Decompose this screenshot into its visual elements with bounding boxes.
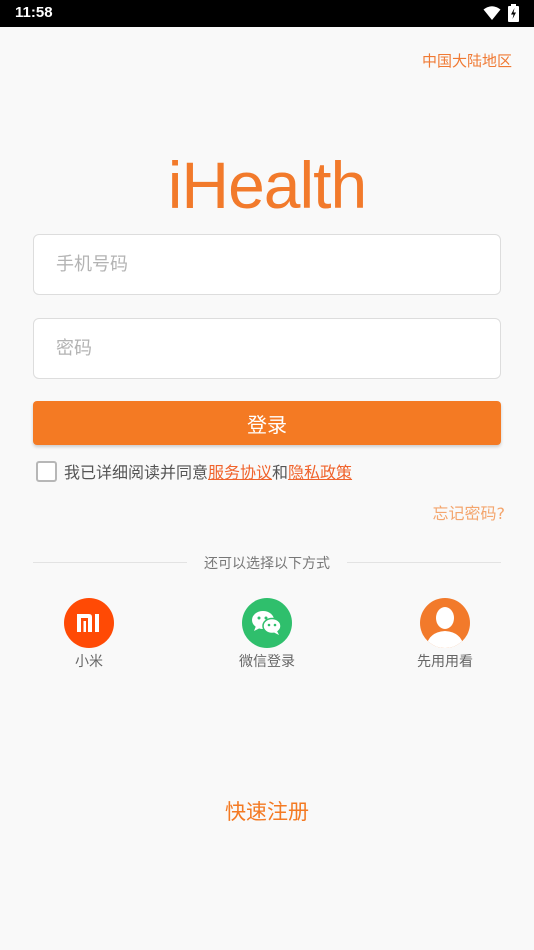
status-time: 11:58 <box>15 4 53 21</box>
status-bar: 11:58 <box>0 0 534 27</box>
service-agreement-link[interactable]: 服务协议 <box>208 459 272 483</box>
guest-login-option[interactable]: 先用用看 <box>395 598 495 671</box>
privacy-policy-link[interactable]: 隐私政策 <box>288 459 352 483</box>
xiaomi-label: 小米 <box>75 654 103 670</box>
agreement-checkbox[interactable] <box>36 460 57 482</box>
battery-charging-icon <box>508 4 519 22</box>
agreement-connector: 和 <box>272 463 289 482</box>
guest-label: 先用用看 <box>417 654 473 670</box>
wifi-icon <box>483 6 501 20</box>
wechat-icon[interactable] <box>242 598 292 648</box>
divider-text: 还可以选择以下方式 <box>204 556 330 572</box>
wechat-label: 微信登录 <box>239 654 295 670</box>
region-selector[interactable]: 中国大陆地区 <box>422 50 512 71</box>
app-logo: iHealth <box>167 148 367 222</box>
agreement-text: 我已详细阅读并同意 <box>64 463 209 482</box>
xiaomi-login-option[interactable]: 小米 <box>39 598 139 671</box>
password-field-container <box>33 318 501 379</box>
user-avatar-icon[interactable] <box>420 598 470 648</box>
phone-field-container <box>33 234 501 295</box>
wechat-login-option[interactable]: 微信登录 <box>217 598 317 671</box>
xiaomi-icon[interactable] <box>64 598 114 648</box>
login-button[interactable]: 登录 <box>33 401 501 445</box>
forgot-password-link[interactable]: 忘记密码? <box>433 500 506 524</box>
quick-register-button[interactable]: 快速注册 <box>0 796 534 826</box>
agreement-row: 我已详细阅读并同意 服务协议 和 隐私政策 <box>36 460 352 482</box>
phone-number-input[interactable] <box>34 235 500 294</box>
password-input[interactable] <box>34 319 500 378</box>
